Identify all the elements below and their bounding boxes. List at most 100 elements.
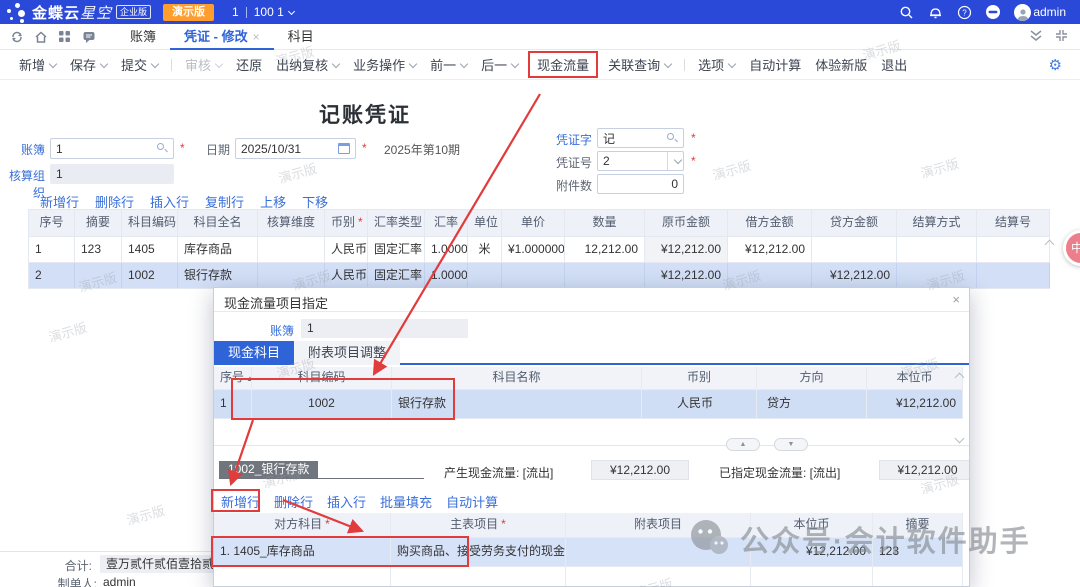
toolbar-auto-calc-button[interactable]: 自动计算 xyxy=(742,55,808,74)
cell[interactable]: ¥12,212.00 xyxy=(645,237,728,262)
cell[interactable]: 人民币 xyxy=(325,237,368,262)
column-header[interactable]: 单位 xyxy=(468,210,502,236)
tab-supplement-adjust[interactable]: 附表项目调整 xyxy=(294,341,400,365)
column-header[interactable]: 本位币 xyxy=(751,513,873,537)
cell[interactable] xyxy=(468,263,502,288)
column-header[interactable]: 汇率 xyxy=(425,210,468,236)
dialog-batch-fill-button[interactable]: 批量填充 xyxy=(380,492,432,511)
tab-ledger[interactable]: 账簿 xyxy=(116,24,170,50)
cell[interactable]: ¥12,212.00 xyxy=(812,263,897,288)
column-header[interactable]: 汇率类型* xyxy=(368,210,425,236)
cell[interactable] xyxy=(258,237,325,262)
column-header[interactable]: 摘要 xyxy=(75,210,122,236)
apps-grid-icon[interactable] xyxy=(57,29,72,44)
org-account-switcher[interactable]: 1 100 1 xyxy=(232,5,294,19)
close-dialog-icon[interactable]: × xyxy=(952,292,960,307)
collapse-tabs-icon[interactable] xyxy=(1029,29,1043,45)
cell[interactable] xyxy=(566,538,751,566)
cell[interactable] xyxy=(75,263,122,288)
scroll-down-icon[interactable] xyxy=(955,434,965,444)
column-header[interactable]: 附表项目 xyxy=(566,513,751,537)
assistant-float-button[interactable]: 中 xyxy=(1063,230,1080,266)
voucher-row-1[interactable]: 1 123 1405 库存商品 人民币 固定汇率 1.0000 米 ¥1.000… xyxy=(28,237,1050,263)
cell[interactable]: 2 xyxy=(28,263,75,288)
expand-down-button[interactable]: ▼ xyxy=(774,438,808,451)
search-icon[interactable] xyxy=(667,133,678,144)
cell[interactable]: 固定汇率 xyxy=(368,263,425,288)
column-header[interactable]: 主表项目* xyxy=(391,513,566,537)
cell[interactable]: 12,212.00 xyxy=(565,237,645,262)
tab-voucher-edit[interactable]: 凭证 - 修改× xyxy=(170,24,274,50)
user-menu[interactable]: admin xyxy=(1014,4,1066,21)
toolbar-next-button[interactable]: 后一 xyxy=(474,55,525,74)
toolbar-previous-button[interactable]: 前一 xyxy=(423,55,474,74)
tab-account[interactable]: 科目 xyxy=(274,24,328,50)
fold-panel-icon[interactable] xyxy=(1055,29,1068,45)
search-icon[interactable] xyxy=(898,4,914,20)
column-header[interactable]: 结算方式 xyxy=(897,210,977,236)
cash-account-row-selected[interactable]: 1 1002 银行存款 人民币 贷方 ¥12,212.00 xyxy=(214,390,963,419)
column-header[interactable]: 对方科目* xyxy=(214,513,391,537)
tab-cash-accounts[interactable]: 现金科目 xyxy=(214,341,294,365)
toolbar-restore-button[interactable]: 还原 xyxy=(229,55,269,74)
notification-bell-icon[interactable] xyxy=(927,4,943,20)
column-header[interactable]: 原币金额 xyxy=(645,210,728,236)
toolbar-try-new-version-button[interactable]: 体验新版 xyxy=(808,55,874,74)
cell[interactable]: 人民币 xyxy=(642,390,757,418)
cell[interactable]: 1.0000 xyxy=(425,237,468,262)
column-header[interactable]: 摘要 xyxy=(873,513,963,537)
home-icon[interactable] xyxy=(33,29,48,44)
cell[interactable]: ¥12,212.00 xyxy=(751,538,873,566)
column-header[interactable]: 方向 xyxy=(757,367,867,389)
close-tab-icon[interactable]: × xyxy=(253,30,260,44)
column-header[interactable]: 借方金额 xyxy=(728,210,812,236)
cell[interactable]: 1 xyxy=(28,237,75,262)
cell[interactable]: 固定汇率 xyxy=(368,237,425,262)
cell[interactable]: 123 xyxy=(75,237,122,262)
toolbar-options-button[interactable]: 选项 xyxy=(691,55,742,74)
cell[interactable]: 1. 1405_库存商品 xyxy=(214,538,391,566)
column-header[interactable]: 数量 xyxy=(565,210,645,236)
dialog-add-row-button[interactable]: 新增行 xyxy=(221,492,260,511)
toolbar-submit-button[interactable]: 提交 xyxy=(114,55,165,74)
cell[interactable] xyxy=(897,237,977,262)
toolbar-cash-flow-button[interactable]: 现金流量 xyxy=(528,51,598,78)
column-header[interactable]: 贷方金额 xyxy=(812,210,897,236)
cell[interactable] xyxy=(812,237,897,262)
cash-flow-item-row[interactable]: 1. 1405_库存商品 购买商品、接受劳务支付的现金 ¥12,212.00 1… xyxy=(214,538,963,567)
cell[interactable]: 123 xyxy=(873,538,963,566)
dropdown-button[interactable] xyxy=(667,152,683,170)
cell[interactable] xyxy=(258,263,325,288)
collapse-up-button[interactable]: ▲ xyxy=(726,438,760,451)
column-header[interactable]: 币别* xyxy=(325,210,368,236)
calendar-icon[interactable] xyxy=(338,143,350,154)
column-header[interactable]: 序号▲ xyxy=(214,367,252,389)
cell[interactable]: 人民币 xyxy=(325,263,368,288)
cell[interactable]: ¥12,212.00 xyxy=(728,237,812,262)
refresh-icon[interactable] xyxy=(9,29,24,44)
cell[interactable]: 1 xyxy=(214,390,252,418)
column-header[interactable]: 科目全名 xyxy=(178,210,258,236)
dialog-auto-calc-button[interactable]: 自动计算 xyxy=(446,492,498,511)
voucher-no-input[interactable]: 2 xyxy=(597,151,684,171)
dialog-delete-row-button[interactable]: 删除行 xyxy=(274,492,313,511)
voucher-word-input[interactable]: 记 xyxy=(597,128,684,148)
cell[interactable]: 1405 xyxy=(122,237,178,262)
cell[interactable]: 贷方 xyxy=(757,390,867,418)
cell[interactable]: 购买商品、接受劳务支付的现金 xyxy=(391,538,566,566)
cell[interactable] xyxy=(977,237,1050,262)
cell[interactable]: ¥1.000000 xyxy=(502,237,565,262)
cell[interactable] xyxy=(565,263,645,288)
cell[interactable]: 米 xyxy=(468,237,502,262)
cell[interactable] xyxy=(502,263,565,288)
cell[interactable]: ¥12,212.00 xyxy=(645,263,728,288)
message-icon[interactable] xyxy=(81,29,96,44)
column-header[interactable]: 单价 xyxy=(502,210,565,236)
column-header[interactable]: 科目编码* xyxy=(122,210,178,236)
search-icon[interactable] xyxy=(157,143,168,154)
column-header[interactable]: 本位币 xyxy=(867,367,963,389)
column-header[interactable]: 币别 xyxy=(642,367,757,389)
dialog-insert-row-button[interactable]: 插入行 xyxy=(327,492,366,511)
voucher-row-2-selected[interactable]: 2 1002 银行存款 人民币 固定汇率 1.0000 ¥12,212.00 ¥… xyxy=(28,263,1050,289)
do-not-disturb-icon[interactable] xyxy=(985,4,1001,20)
